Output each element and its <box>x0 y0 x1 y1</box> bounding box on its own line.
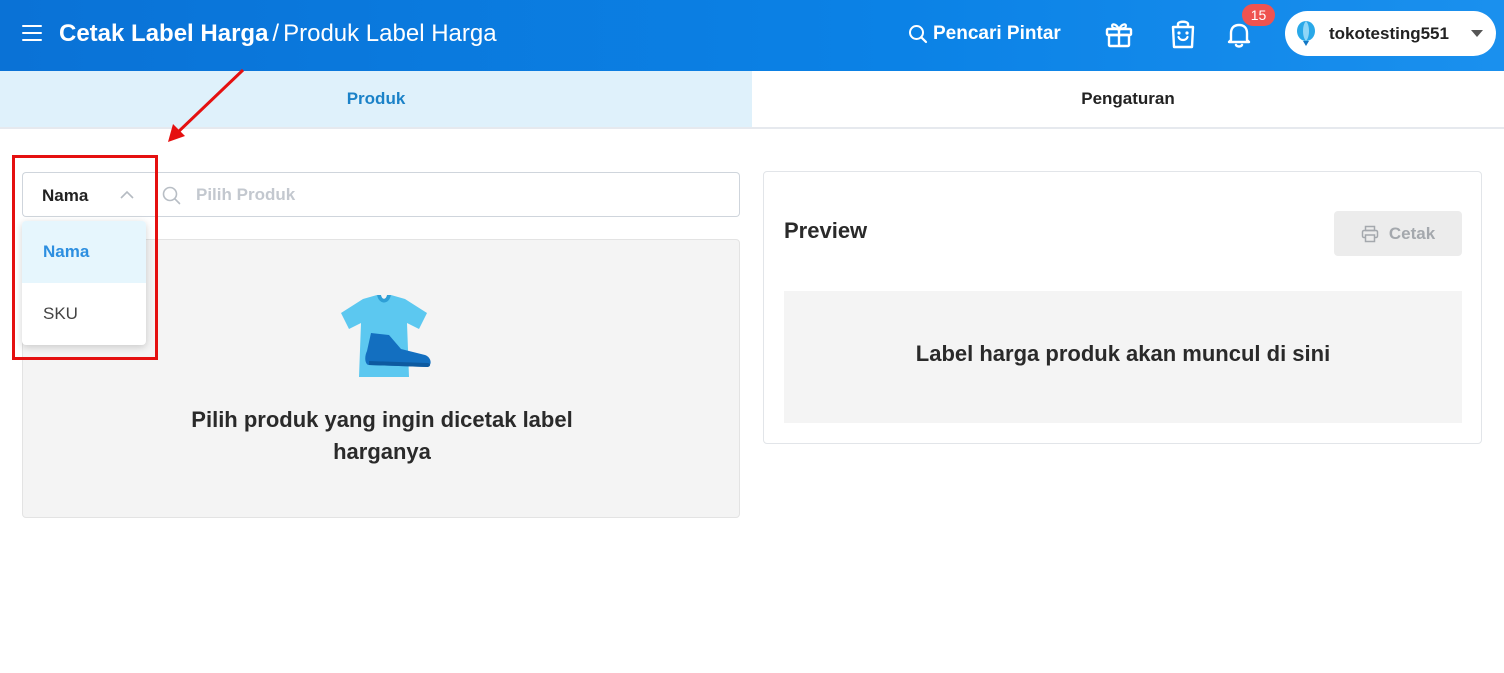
empty-state-message: Pilih produk yang ingin dicetak label ha… <box>191 407 573 464</box>
account-name: tokotesting551 <box>1329 23 1449 43</box>
top-app-bar: Cetak Label Harga / Produk Label Harga Pen… <box>0 0 1504 71</box>
chevron-up-icon <box>120 190 134 199</box>
tshirt-shoe-icon <box>341 295 431 377</box>
print-button[interactable]: Cetak <box>1334 211 1462 256</box>
gift-button[interactable] <box>1103 17 1135 51</box>
smart-search-button[interactable]: Pencari Pintar <box>908 20 1061 48</box>
product-search-input[interactable] <box>196 181 716 209</box>
title-main: Cetak Label Harga <box>59 20 269 47</box>
preview-card: Preview Cetak Label harga produk akan mu… <box>763 171 1482 444</box>
title-separator: / <box>272 20 280 47</box>
search-filter-dropdown: Nama SKU <box>22 221 146 345</box>
tab-bar: Produk Pengaturan <box>0 71 1504 129</box>
smart-search-label: Pencari Pintar <box>933 23 1061 44</box>
tab-pengaturan[interactable]: Pengaturan <box>752 71 1504 127</box>
balloon-icon <box>1297 20 1315 46</box>
notification-badge: 15 <box>1242 4 1275 26</box>
shopping-bag-icon <box>1171 20 1195 49</box>
gift-icon <box>1105 23 1133 48</box>
preview-title: Preview <box>784 218 868 243</box>
search-filter-select[interactable]: Nama <box>22 172 147 217</box>
print-button-label: Cetak <box>1388 223 1436 243</box>
search-filter-value: Nama <box>42 186 89 205</box>
printer-icon <box>1361 225 1379 242</box>
preview-placeholder: Label harga produk akan muncul di sini <box>915 341 1331 366</box>
dropdown-option-sku[interactable]: SKU <box>22 283 146 345</box>
page-title: Cetak Label Harga / Produk Label Harga <box>59 17 497 51</box>
shop-button[interactable] <box>1167 17 1199 51</box>
search-icon <box>162 186 181 205</box>
search-icon <box>909 25 928 44</box>
tab-produk[interactable]: Produk <box>0 71 752 127</box>
preview-area: Label harga produk akan muncul di sini <box>784 291 1462 423</box>
hamburger-icon[interactable] <box>22 25 42 42</box>
dropdown-option-nama[interactable]: Nama <box>22 221 146 283</box>
account-menu[interactable]: tokotesting551 <box>1285 11 1496 56</box>
chevron-down-icon <box>1471 30 1483 37</box>
product-search-field <box>146 172 740 217</box>
title-sub: Produk Label Harga <box>283 20 497 47</box>
